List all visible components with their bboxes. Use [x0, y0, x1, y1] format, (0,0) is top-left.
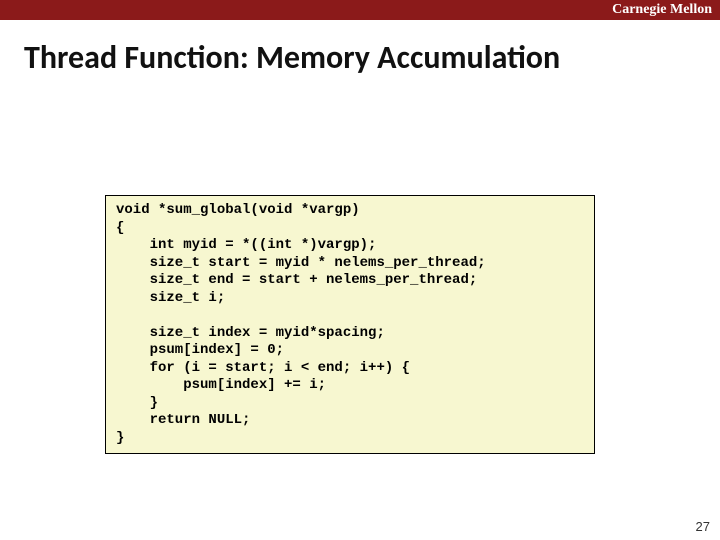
- code-box: void *sum_global(void *vargp) { int myid…: [105, 195, 595, 454]
- code-content: void *sum_global(void *vargp) { int myid…: [116, 202, 584, 447]
- header-bar: Carnegie Mellon: [0, 0, 720, 20]
- brand-label: Carnegie Mellon: [612, 2, 712, 18]
- slide-title: Thread Function: Memory Accumulation: [24, 38, 720, 77]
- page-number: 27: [696, 519, 710, 534]
